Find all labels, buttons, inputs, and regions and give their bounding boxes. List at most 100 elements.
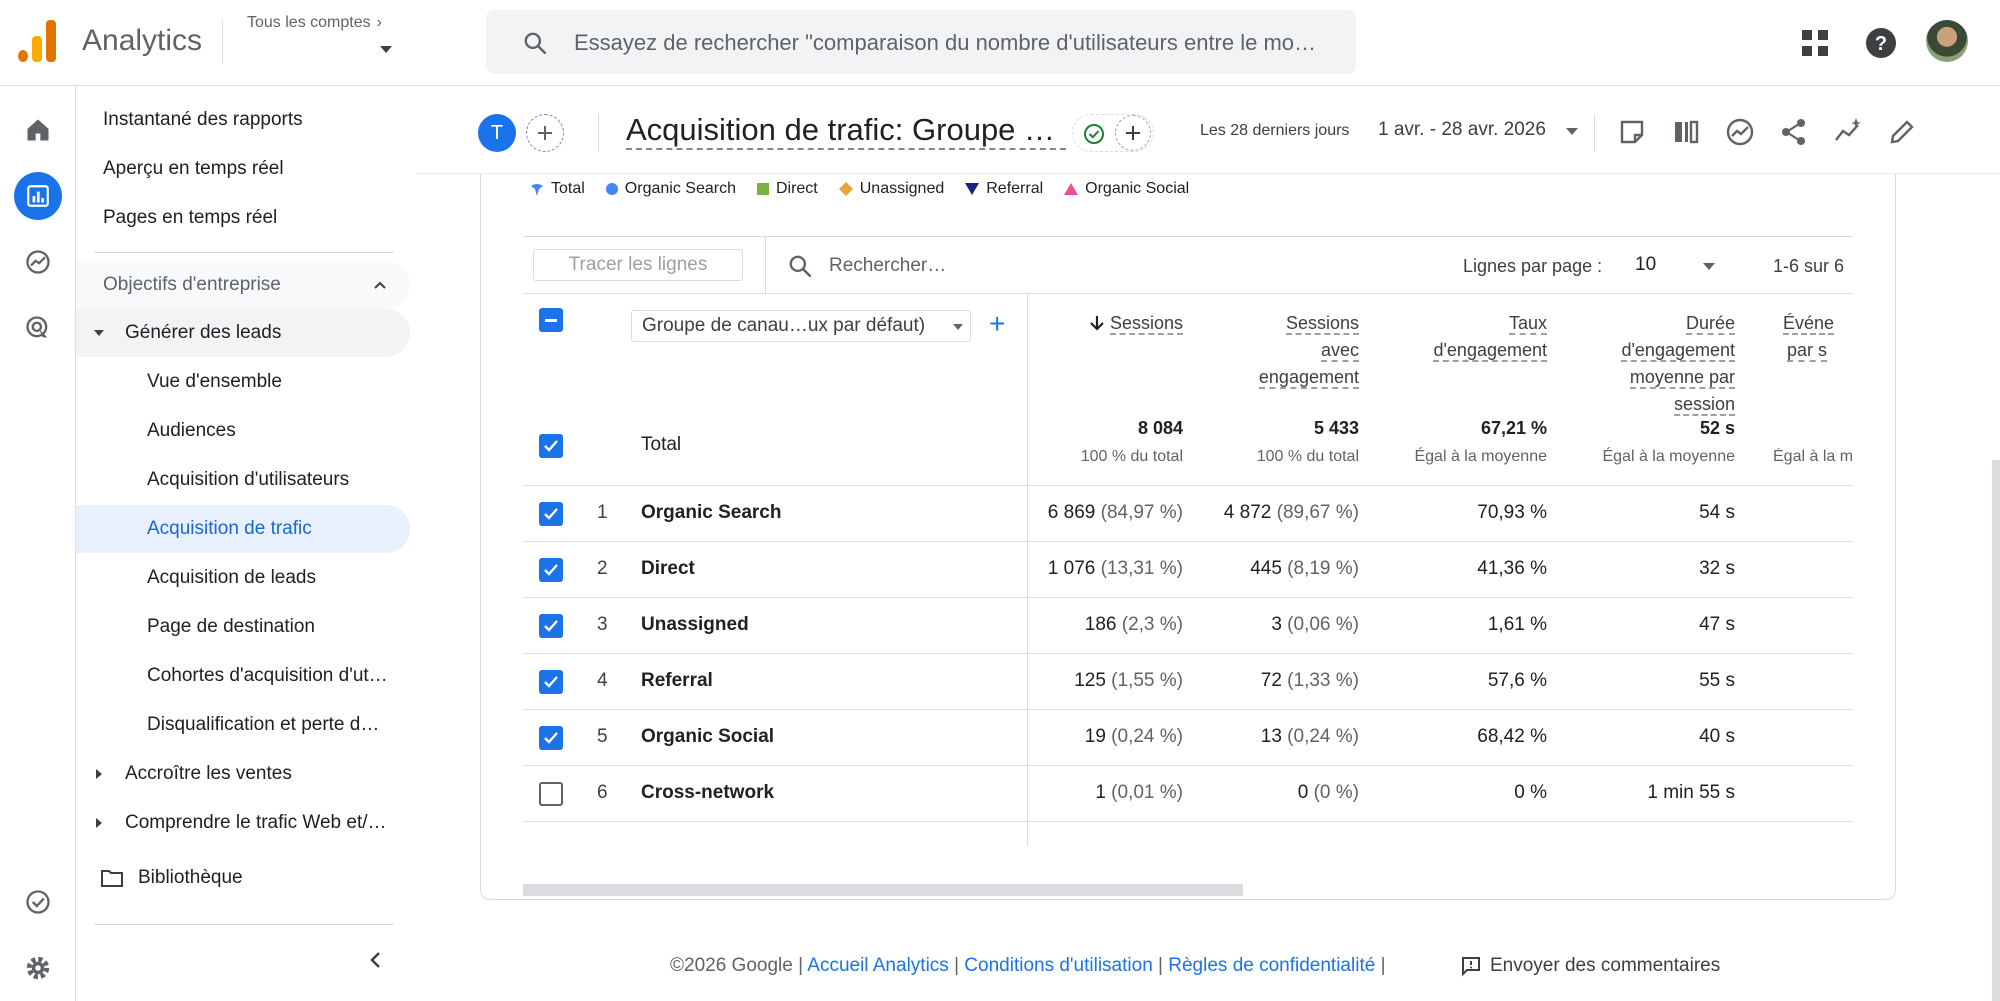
horizontal-scrollbar[interactable]: [523, 884, 1243, 896]
add-filter-button[interactable]: [1115, 115, 1151, 151]
row-channel-label[interactable]: Organic Social: [641, 726, 774, 748]
plot-rows-button[interactable]: Tracer les lignes: [533, 249, 743, 281]
nav-item-realtime-pages[interactable]: Pages en temps réel: [76, 194, 410, 242]
footer-link-privacy[interactable]: Règles de confidentialité: [1168, 955, 1375, 976]
check-circle-icon[interactable]: [1083, 123, 1105, 145]
table-row[interactable]: 4 Referral 125 (1,55 %) 72 (1,33 %) 57,6 % 55…: [523, 654, 1853, 710]
nav-group-grow-sales[interactable]: Accroître les ventes: [76, 750, 410, 798]
send-feedback-link[interactable]: Envoyer des commentaires: [1460, 955, 1720, 977]
row-channel-label[interactable]: Direct: [641, 558, 695, 580]
dimension-select[interactable]: Groupe de canau…ux par défaut): [631, 310, 971, 342]
footer-link-terms[interactable]: Conditions d'utilisation: [964, 955, 1152, 976]
nav-item-realtime-overview[interactable]: Aperçu en temps réel: [76, 145, 410, 193]
vertical-scrollbar[interactable]: [1992, 460, 2000, 1001]
legend-item-unassigned[interactable]: Unassigned: [838, 180, 944, 198]
add-dimension-button[interactable]: +: [989, 310, 1005, 338]
table-row[interactable]: 2 Direct 1 076 (13,31 %) 445 (8,19 %) 41,36 …: [523, 542, 1853, 598]
annotation-icon[interactable]: [1616, 116, 1648, 148]
column-header-avg-engagement-time[interactable]: Durée d'engagement moyenne par session: [1563, 310, 1735, 418]
nav-item-user-acquisition[interactable]: Acquisition d'utilisateurs: [76, 456, 410, 504]
nav-section-business-objectives[interactable]: Objectifs d'entreprise: [76, 261, 410, 309]
global-search[interactable]: Essayez de rechercher "comparaison du no…: [486, 10, 1356, 74]
row-checkbox[interactable]: [539, 670, 563, 694]
table-row[interactable]: 3 Unassigned 186 (2,3 %) 3 (0,06 %) 1,61 % 47…: [523, 598, 1853, 654]
nav-item-overview[interactable]: Vue d'ensemble: [76, 358, 410, 406]
table-row[interactable]: 1 Organic Search 6 869 (84,97 %) 4 872 (89,…: [523, 486, 1853, 542]
select-all-checkbox[interactable]: [539, 308, 563, 332]
analytics-logo[interactable]: [18, 20, 58, 62]
row-checkbox[interactable]: [539, 558, 563, 582]
page-title[interactable]: Acquisition de trafic: Groupe d…: [626, 112, 1066, 150]
nav-item-disqualification[interactable]: Disqualification et perte d…: [76, 701, 410, 749]
avatar[interactable]: [1926, 20, 1968, 62]
row-channel-label[interactable]: Unassigned: [641, 614, 749, 636]
legend-item-organic-search[interactable]: Organic Search: [605, 180, 736, 198]
share-icon[interactable]: [1778, 116, 1810, 148]
apps-grid-icon[interactable]: [1796, 24, 1834, 62]
reports-icon[interactable]: [14, 172, 62, 220]
settings-icon[interactable]: [14, 944, 62, 992]
metric-value: 41,36 %: [1477, 558, 1547, 579]
legend-item-total[interactable]: Total: [529, 180, 585, 198]
table-search-input[interactable]: Rechercher…: [829, 255, 946, 277]
legend-diamond-icon: [838, 182, 853, 196]
metric-value: 1 076: [1047, 558, 1096, 579]
nav-item-acquisition-cohorts[interactable]: Cohortes d'acquisition d'ut…: [76, 652, 410, 700]
row-channel-label[interactable]: Organic Search: [641, 502, 781, 524]
metric-value: 70,93 %: [1477, 502, 1547, 523]
row-channel-label[interactable]: Referral: [641, 670, 713, 692]
row-checkbox[interactable]: [539, 502, 563, 526]
comparison-avatar[interactable]: T: [478, 114, 516, 152]
arrow-down-icon: [1090, 316, 1104, 331]
footer-link-analytics-home[interactable]: Accueil Analytics: [807, 955, 949, 976]
date-range[interactable]: 1 avr. - 28 avr. 2026: [1378, 119, 1546, 141]
table-row[interactable]: 5 Organic Social 19 (0,24 %) 13 (0,24 %) 68,…: [523, 710, 1853, 766]
column-header-sessions[interactable]: Sessions: [1063, 310, 1183, 337]
nav-group-web-traffic[interactable]: Comprendre le trafic Web et/…: [76, 799, 410, 847]
home-icon[interactable]: [14, 106, 62, 154]
nav-item-audiences[interactable]: Audiences: [76, 407, 410, 455]
help-icon[interactable]: ?: [1862, 24, 1900, 62]
advertising-icon[interactable]: [14, 304, 62, 352]
account-picker[interactable]: Tous les comptes ›: [247, 14, 382, 32]
insights-icon[interactable]: [1724, 116, 1756, 148]
legend-pin-icon: [531, 184, 543, 196]
row-checkbox[interactable]: [539, 726, 563, 750]
column-header-engaged-sessions[interactable]: Sessions avec engagement: [1223, 310, 1359, 391]
search-icon: [524, 32, 547, 55]
rows-per-page-caret-icon[interactable]: [1703, 263, 1715, 270]
nav-item-snapshot[interactable]: Instantané des rapports: [76, 96, 410, 144]
compare-icon[interactable]: [1670, 116, 1702, 148]
row-checkbox[interactable]: [539, 782, 563, 806]
tasks-icon[interactable]: [14, 878, 62, 926]
date-preset-label[interactable]: Les 28 derniers jours: [1200, 122, 1349, 140]
nav-group-generate-leads[interactable]: Générer des leads: [76, 309, 410, 357]
legend-circle-icon: [605, 183, 618, 195]
row-metric-cell: 1 (0,01 %): [983, 782, 1183, 804]
column-header-events-per-session[interactable]: Événe par s: [1773, 310, 1853, 364]
dimension-caret-icon[interactable]: [953, 324, 963, 330]
edit-icon[interactable]: [1886, 116, 1918, 148]
metric-value: 186: [1084, 614, 1117, 635]
rows-per-page-select[interactable]: 10: [1635, 254, 1656, 276]
total-row-checkbox[interactable]: [539, 434, 563, 458]
row-channel-label[interactable]: Cross-network: [641, 782, 774, 804]
nav-item-lead-acquisition[interactable]: Acquisition de leads: [76, 554, 410, 602]
legend-item-organic-social[interactable]: Organic Social: [1063, 180, 1189, 198]
date-dropdown-icon[interactable]: [1566, 128, 1578, 135]
insights-sparkle-icon[interactable]: [1832, 116, 1864, 148]
add-comparison-button[interactable]: [526, 114, 564, 152]
total-sub-label: 100 % du total: [1080, 448, 1183, 465]
total-sessions: 8 084: [1137, 418, 1183, 438]
column-header-engagement-rate[interactable]: Taux d'engagement: [1387, 310, 1547, 364]
table-row[interactable]: 6 Cross-network 1 (0,01 %) 0 (0 %) 0 % 1 min …: [523, 766, 1853, 822]
account-caret-icon[interactable]: [380, 46, 392, 53]
row-checkbox[interactable]: [539, 614, 563, 638]
explore-icon[interactable]: [14, 238, 62, 286]
nav-item-library[interactable]: Bibliothèque: [76, 854, 410, 902]
nav-item-traffic-acquisition[interactable]: Acquisition de trafic: [76, 505, 410, 553]
nav-item-landing-page[interactable]: Page de destination: [76, 603, 410, 651]
legend-item-referral[interactable]: Referral: [964, 180, 1043, 198]
legend-item-direct[interactable]: Direct: [756, 180, 818, 198]
collapse-nav-icon[interactable]: [366, 950, 386, 970]
